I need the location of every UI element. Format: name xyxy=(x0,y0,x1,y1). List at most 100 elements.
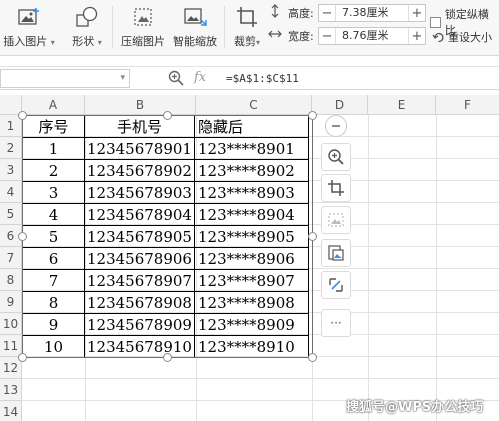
row-header[interactable]: 14 xyxy=(0,401,22,421)
compress-label: 压缩图片 xyxy=(121,35,165,48)
plus-icon[interactable]: + xyxy=(409,28,425,44)
shape-button[interactable]: 形状 ▾ xyxy=(67,2,107,52)
resize-handle[interactable] xyxy=(308,111,317,120)
table-cell: 123****8905 xyxy=(194,225,309,248)
height-row: 高度: − 7.38厘米 + xyxy=(285,4,426,22)
table-cell: 1 xyxy=(22,137,85,160)
column-header-a[interactable]: A xyxy=(22,95,85,115)
table-picture[interactable]: 序号 手机号 隐藏后 1 12345678901 123****8901 2 1… xyxy=(22,115,309,358)
table-row: 8 12345678908 123****8908 xyxy=(22,291,309,314)
picture-edit-icon[interactable] xyxy=(321,239,351,267)
crop-button[interactable]: 裁剪▾ xyxy=(230,2,264,52)
width-input[interactable]: 8.76厘米 xyxy=(335,28,409,44)
resize-handle[interactable] xyxy=(18,353,27,362)
plus-icon[interactable]: + xyxy=(409,5,425,21)
crop-icon xyxy=(234,4,260,30)
table-cell: 9 xyxy=(22,313,85,336)
height-input[interactable]: 7.38厘米 xyxy=(335,5,409,21)
row-header[interactable]: 7 xyxy=(0,247,22,269)
chevron-down-icon[interactable]: ▾ xyxy=(120,73,125,83)
height-spinner[interactable]: − 7.38厘米 + xyxy=(318,4,426,22)
shape-label: 形状 xyxy=(72,35,95,48)
table-cell: 123****8902 xyxy=(194,159,309,182)
formula-input[interactable]: =$A$1:$C$11 xyxy=(226,72,299,85)
row-header[interactable]: 5 xyxy=(0,203,22,225)
collapse-icon[interactable] xyxy=(325,115,347,137)
reset-size-button[interactable]: 重设大小 xyxy=(432,29,492,45)
zoom-icon[interactable] xyxy=(168,70,184,89)
table-row: 9 12345678909 123****8909 xyxy=(22,313,309,336)
table-cell: 12345678910 xyxy=(84,335,195,358)
crop-icon[interactable] xyxy=(321,174,351,202)
picture-icon[interactable] xyxy=(321,206,351,234)
table-cell: 3 xyxy=(22,181,85,204)
table-cell: 5 xyxy=(22,225,85,248)
checkbox-icon[interactable] xyxy=(430,16,441,28)
reset-icon xyxy=(432,32,444,42)
row-header[interactable]: 8 xyxy=(0,269,22,291)
fx-icon[interactable]: fx xyxy=(194,70,206,85)
resize-handle[interactable] xyxy=(308,353,317,362)
insert-picture-button[interactable]: 插入图片 ▾ xyxy=(2,2,56,52)
compress-icon xyxy=(130,4,156,30)
width-label: 宽度: xyxy=(288,30,314,43)
width-icon xyxy=(268,30,282,38)
resize-handle[interactable] xyxy=(308,232,317,241)
width-spinner[interactable]: − 8.76厘米 + xyxy=(318,27,426,45)
resize-handle[interactable] xyxy=(18,232,27,241)
column-header-d[interactable]: D xyxy=(312,95,368,115)
table-cell: 2 xyxy=(22,159,85,182)
table-cell: 123****8909 xyxy=(194,313,309,336)
row-header[interactable]: 9 xyxy=(0,291,22,313)
insert-picture-icon xyxy=(16,4,42,30)
row-header[interactable]: 4 xyxy=(0,181,22,203)
table-cell: 123****8903 xyxy=(194,181,309,204)
table-cell: 12345678902 xyxy=(84,159,195,182)
row-header[interactable]: 3 xyxy=(0,159,22,181)
chevron-down-icon: ▾ xyxy=(97,38,102,47)
table-cell: 10 xyxy=(22,335,85,358)
more-icon[interactable]: ··· xyxy=(321,309,351,337)
resize-handle[interactable] xyxy=(163,353,172,362)
table-header-cell: 序号 xyxy=(22,115,85,138)
table-cell: 8 xyxy=(22,291,85,314)
table-cell: 123****8906 xyxy=(194,247,309,270)
table-cell: 12345678905 xyxy=(84,225,195,248)
crop-label: 裁剪 xyxy=(233,35,256,48)
smart-scale-button[interactable]: 智能缩放 xyxy=(170,2,220,52)
column-header-e[interactable]: E xyxy=(368,95,436,115)
reset-size-label: 重设大小 xyxy=(448,31,492,44)
table-cell: 123****8904 xyxy=(194,203,309,226)
table-cell: 12345678904 xyxy=(84,203,195,226)
row-header[interactable]: 13 xyxy=(0,379,22,401)
table-cell: 123****8910 xyxy=(194,335,309,358)
table-row: 6 12345678906 123****8906 xyxy=(22,247,309,270)
ribbon-separator xyxy=(112,6,113,48)
column-header-c[interactable]: C xyxy=(196,95,312,115)
row-header[interactable]: 10 xyxy=(0,313,22,335)
compress-picture-button[interactable]: 压缩图片 xyxy=(118,2,168,52)
minus-icon[interactable]: − xyxy=(319,5,335,21)
table-cell: 12345678909 xyxy=(84,313,195,336)
resize-handle[interactable] xyxy=(18,111,27,120)
zoom-icon[interactable] xyxy=(321,143,351,171)
smart-scale-label: 智能缩放 xyxy=(173,35,217,48)
column-header-b[interactable]: B xyxy=(85,95,196,115)
table-header-cell: 手机号 xyxy=(84,115,195,138)
grid-line xyxy=(22,378,499,379)
column-header-f[interactable]: F xyxy=(436,95,499,115)
spreadsheet-grid[interactable]: A B C D E F 1 2 3 4 5 6 7 8 9 10 11 12 1… xyxy=(0,95,499,421)
shape-icon xyxy=(74,4,100,30)
resize-handle[interactable] xyxy=(163,111,172,120)
ribbon-toolbar: 插入图片 ▾ 形状 ▾ 压缩图片 智能缩放 裁剪▾ 高度: − 7.38厘米 +… xyxy=(0,0,499,56)
chevron-down-icon: ▾ xyxy=(255,38,260,47)
row-header[interactable]: 2 xyxy=(0,137,22,159)
chevron-down-icon: ▾ xyxy=(50,38,55,47)
table-cell: 12345678906 xyxy=(84,247,195,270)
name-box[interactable]: ▾ xyxy=(0,69,130,88)
insert-picture-label: 插入图片 xyxy=(3,35,48,48)
table-row: 7 12345678907 123****8907 xyxy=(22,269,309,292)
minus-icon[interactable]: − xyxy=(319,28,335,44)
image-convert-icon[interactable] xyxy=(321,271,351,299)
table-header-cell: 隐藏后 xyxy=(194,115,309,138)
